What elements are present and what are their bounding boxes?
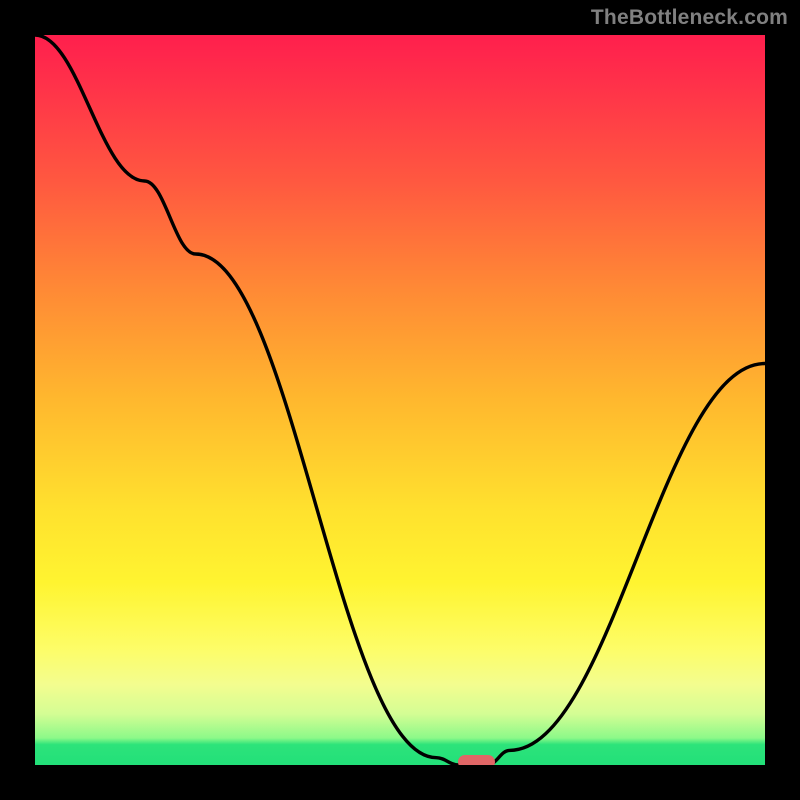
plot-area: [35, 35, 765, 765]
bottleneck-curve: [35, 35, 765, 765]
chart-frame: TheBottleneck.com: [0, 0, 800, 800]
optimal-marker: [458, 755, 495, 765]
attribution-text: TheBottleneck.com: [591, 6, 788, 30]
